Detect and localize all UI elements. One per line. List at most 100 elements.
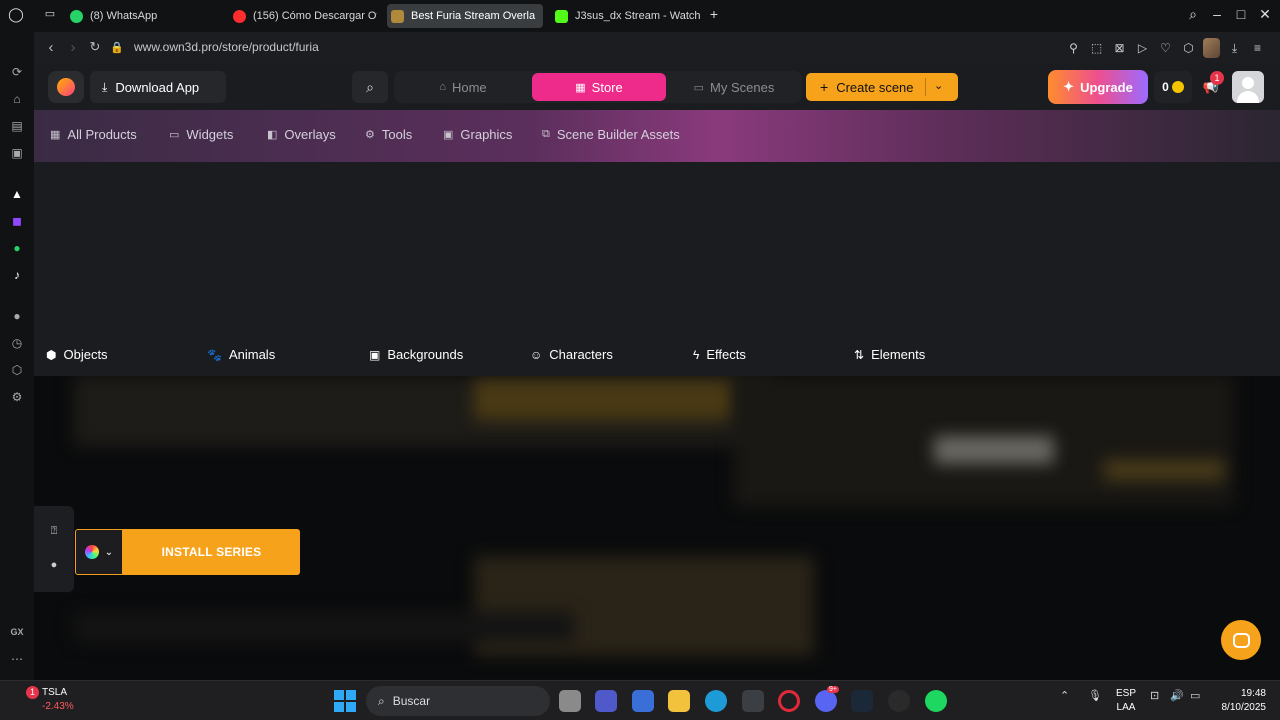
stock-change: -2.43% xyxy=(42,701,74,712)
subcategory-objects[interactable]: ⬢ Objects xyxy=(46,347,108,362)
extensions-sidebar-icon[interactable]: ⬡ xyxy=(0,356,34,383)
tab-whatsapp[interactable]: (8) WhatsApp xyxy=(66,4,224,28)
whatsapp-sidebar-icon[interactable]: ● xyxy=(0,234,34,261)
create-scene-button[interactable]: + Create scene ⌄ xyxy=(806,73,958,101)
back-icon[interactable]: ‹ xyxy=(40,39,62,56)
heart-icon[interactable]: ♡ xyxy=(1157,41,1174,55)
category-graphics[interactable]: ▣ Graphics xyxy=(443,127,512,142)
twitch-icon[interactable]: ◼ xyxy=(0,207,34,234)
tab-kick[interactable]: J3sus_dx Stream - Watch xyxy=(551,4,701,28)
install-series-button[interactable]: INSTALL SERIES xyxy=(123,529,300,575)
edge-icon[interactable] xyxy=(705,690,727,712)
subcategory-animals[interactable]: 🐾 Animals xyxy=(207,347,275,362)
search-button[interactable]: ⌕ xyxy=(352,71,388,103)
adblock-icon[interactable]: ⊠ xyxy=(1111,41,1128,55)
steam-icon[interactable] xyxy=(851,690,873,712)
subcategory-effects[interactable]: ϟ Effects xyxy=(693,347,746,362)
opera-menu-icon[interactable]: ◯ xyxy=(6,6,26,23)
pin-icon[interactable]: ⚲ xyxy=(1065,41,1082,55)
close-icon[interactable]: ✕ xyxy=(1255,6,1275,23)
task-view-icon[interactable] xyxy=(559,690,581,712)
tab-menu-icon[interactable]: ▭ xyxy=(40,7,60,20)
category-label: Overlays xyxy=(284,127,336,142)
volume-icon[interactable]: 🔊 xyxy=(1170,689,1184,702)
system-clock[interactable]: 19:48 8/10/2025 xyxy=(1212,687,1267,715)
search-tabs-icon[interactable]: ⌕ xyxy=(1183,6,1203,23)
download-app-button[interactable]: ⤓ Download App xyxy=(90,71,226,103)
user-avatar[interactable] xyxy=(1232,71,1264,103)
opera-gx-icon[interactable] xyxy=(778,690,800,712)
notifications-button[interactable]: 📢 1 xyxy=(1196,71,1226,103)
minimize-icon[interactable]: – xyxy=(1207,6,1227,22)
category-scene-builder-assets[interactable]: ⧉ Scene Builder Assets xyxy=(542,127,680,142)
player-icon[interactable]: ▷ xyxy=(1134,41,1151,55)
store-icon[interactable] xyxy=(632,690,654,712)
coin-count: 0 xyxy=(1162,80,1169,94)
chevron-down-icon[interactable]: ⌄ xyxy=(934,79,943,92)
avatar-dock-icon[interactable]: ● xyxy=(34,548,74,582)
maximize-icon[interactable]: □ xyxy=(1231,6,1251,22)
color-wheel-icon xyxy=(84,545,99,559)
stock-widget[interactable]: 1 TSLA -2.43% xyxy=(22,686,74,714)
more-icon[interactable]: ⋯ xyxy=(0,645,34,672)
help-icon[interactable]: ⍰ xyxy=(34,514,74,548)
browser-tab-strip: ◯ ▭ (8) WhatsApp (156) Cómo Descargar Ov… xyxy=(0,0,1280,32)
spotify-sidebar-icon[interactable]: ● xyxy=(0,302,34,329)
gx-label: GX xyxy=(10,626,24,637)
blurred-highlight xyxy=(474,380,734,420)
nav-my-scenes[interactable]: ▭ My Scenes xyxy=(668,73,800,101)
tab-own3d[interactable]: Best Furia Stream Overla xyxy=(387,4,543,28)
ai-icon[interactable]: ⌂ xyxy=(0,85,34,112)
battery-icon[interactable]: ▭ xyxy=(1190,689,1200,702)
tab-youtube[interactable]: (156) Cómo Descargar Ov xyxy=(229,4,377,28)
subcategory-backgrounds[interactable]: ▣ Backgrounds xyxy=(369,347,463,362)
category-all-products[interactable]: ▦ All Products xyxy=(50,127,137,142)
coin-balance[interactable]: 0 xyxy=(1154,71,1192,103)
nav-home[interactable]: ⌂ Home xyxy=(396,73,530,101)
nav-my-scenes-label: My Scenes xyxy=(710,79,775,95)
chat-button[interactable] xyxy=(1221,620,1261,660)
profile-avatar[interactable] xyxy=(1203,38,1220,58)
url-field[interactable]: www.own3d.pro/store/product/furia xyxy=(134,40,319,54)
tiktok-icon[interactable]: ♪ xyxy=(0,261,34,288)
history-icon[interactable]: ◷ xyxy=(0,329,34,356)
aria-icon[interactable]: ▲ xyxy=(0,180,34,207)
color-variant-picker[interactable]: ⌄ xyxy=(75,529,123,575)
taskbar-search[interactable]: ⌕ Buscar xyxy=(366,686,550,716)
settings-icon[interactable]: ⚙ xyxy=(0,383,34,410)
language-indicator[interactable]: ESP LAA xyxy=(1114,687,1138,715)
windows-start-icon[interactable] xyxy=(334,690,356,712)
reload-icon[interactable]: ↻ xyxy=(84,39,106,55)
discord-icon[interactable]: 9+ xyxy=(815,686,839,712)
nav-store[interactable]: ▦ Store xyxy=(532,73,666,101)
category-tools[interactable]: ⚙ Tools xyxy=(365,127,412,142)
news-icon[interactable]: ▤ xyxy=(0,112,34,139)
unity-icon[interactable] xyxy=(742,690,764,712)
blurred-badge xyxy=(1104,460,1224,480)
spotify-icon[interactable] xyxy=(925,690,947,712)
address-bar: ‹ › ↻ 🔒 www.own3d.pro/store/product/furi… xyxy=(34,32,1280,62)
tray-overflow-icon[interactable]: ⌃ xyxy=(1060,689,1069,702)
file-explorer-icon[interactable] xyxy=(668,690,690,712)
subcategory-characters[interactable]: ☺ Characters xyxy=(530,347,613,362)
character-icon: ☺ xyxy=(530,347,543,362)
download-icon[interactable]: ⤓ xyxy=(1226,41,1243,56)
category-overlays[interactable]: ◧ Overlays xyxy=(267,127,336,142)
own3d-logo[interactable] xyxy=(48,71,84,103)
speed-dial-icon[interactable]: ⟳ xyxy=(0,58,34,85)
forward-icon[interactable]: › xyxy=(62,39,84,56)
subcategory-elements[interactable]: ⇅ Elements xyxy=(854,347,925,362)
workspace-icon[interactable]: ▣ xyxy=(0,139,34,166)
upgrade-button[interactable]: ✦ Upgrade xyxy=(1048,70,1148,104)
obs-icon[interactable] xyxy=(888,690,910,712)
snapshot-icon[interactable]: ⬚ xyxy=(1088,41,1105,55)
category-widgets[interactable]: ▭ Widgets xyxy=(169,127,233,142)
new-tab-icon[interactable]: + xyxy=(704,6,724,22)
network-icon[interactable]: ⊡ xyxy=(1150,689,1159,702)
teams-icon[interactable] xyxy=(595,690,617,712)
microphone-icon[interactable]: 🎙 xyxy=(1088,689,1102,702)
extensions-icon[interactable]: ⬡ xyxy=(1180,41,1197,55)
menu-icon[interactable]: ≡ xyxy=(1249,41,1266,55)
browser-sidebar: ⟳ ⌂ ▤ ▣ ▲ ◼ ● ♪ ● ◷ ⬡ ⚙ GX ⋯ xyxy=(0,32,34,680)
tab-label: Best Furia Stream Overla xyxy=(411,10,536,22)
